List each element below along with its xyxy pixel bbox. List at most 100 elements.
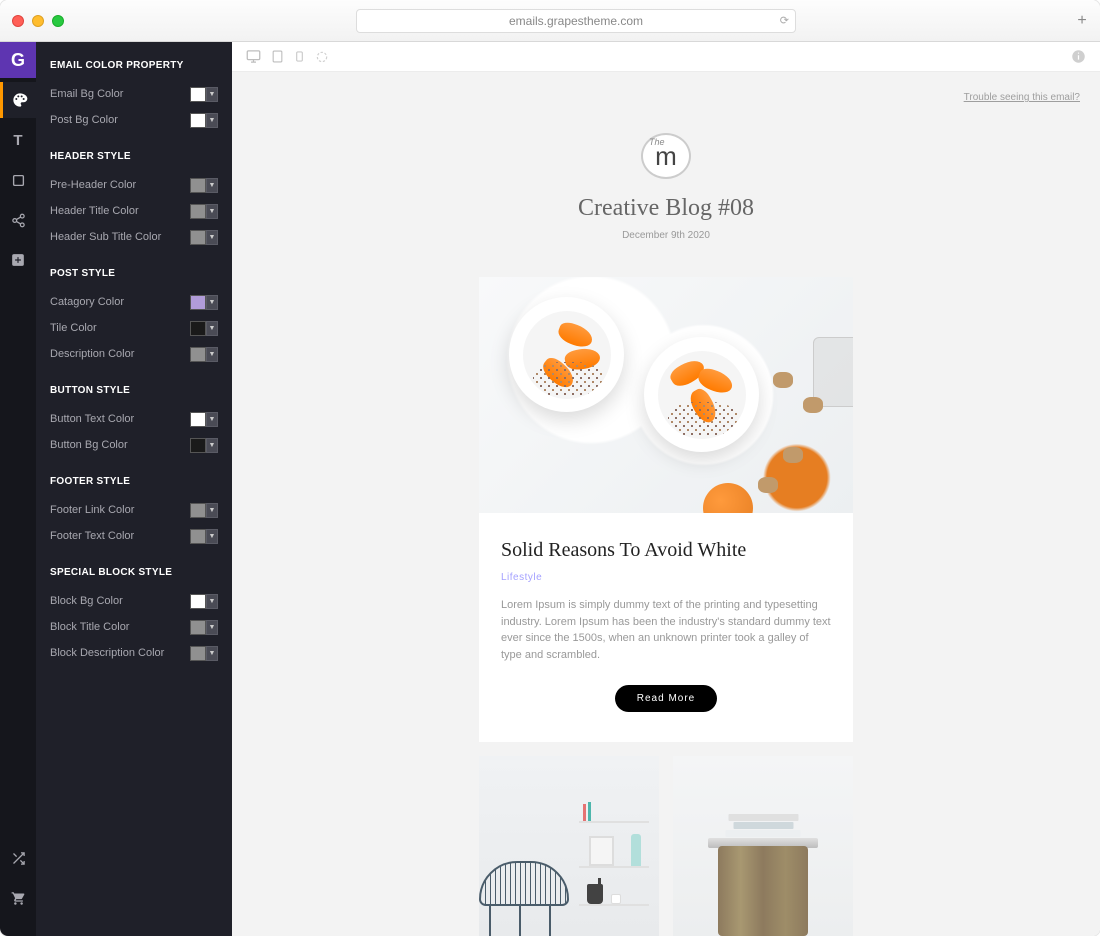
property-label: Block Title Color [50, 621, 129, 633]
browser-chrome: emails.grapestheme.com ⟳ + [0, 0, 1100, 42]
post-category: Lifestyle [501, 572, 831, 583]
blog-logo: The m [641, 133, 691, 179]
property-row: Header Sub Title Color ▼ [50, 224, 218, 250]
post-description: Lorem Ipsum is simply dummy text of the … [501, 597, 831, 663]
refresh-icon[interactable] [315, 50, 329, 64]
property-label: Header Title Color [50, 205, 139, 217]
property-row: Block Description Color▼ [50, 640, 218, 666]
color-picker[interactable]: ▼ [190, 321, 218, 336]
rail-shuffle[interactable] [0, 840, 36, 876]
square-icon [12, 174, 25, 187]
desktop-icon[interactable] [246, 49, 261, 64]
property-label: Post Bg Color [50, 114, 118, 126]
color-picker[interactable]: ▼ [190, 620, 218, 635]
color-swatch [190, 412, 206, 427]
share-icon [11, 213, 26, 228]
color-picker[interactable]: ▼ [190, 230, 218, 245]
property-row: Block Title Color ▼ [50, 614, 218, 640]
property-label: Button Bg Color [50, 439, 128, 451]
color-picker[interactable]: ▼ [190, 594, 218, 609]
property-row: Footer Link Color ▼ [50, 497, 218, 523]
property-row: Post Bg Color ▼ [50, 107, 218, 133]
property-label: Block Bg Color [50, 595, 123, 607]
chevron-down-icon: ▼ [206, 503, 218, 518]
color-picker[interactable]: ▼ [190, 646, 218, 661]
color-swatch [190, 594, 206, 609]
property-row: Email Bg Color ▼ [50, 81, 218, 107]
app: G T [0, 42, 1100, 936]
app-logo[interactable]: G [0, 42, 36, 78]
color-picker[interactable]: ▼ [190, 347, 218, 362]
chevron-down-icon: ▼ [206, 347, 218, 362]
color-swatch [190, 503, 206, 518]
chevron-down-icon: ▼ [206, 178, 218, 193]
section-title: BUTTON STYLE [50, 385, 218, 396]
property-row: Footer Text Color ▼ [50, 523, 218, 549]
reload-icon[interactable]: ⟳ [780, 14, 789, 27]
chevron-down-icon: ▼ [206, 230, 218, 245]
maximize-window-button[interactable] [52, 15, 64, 27]
section-title: EMAIL COLOR PROPERTY [50, 60, 218, 71]
blog-title: Creative Blog #08 [578, 195, 754, 222]
canvas-body: Trouble seeing this email? The m Creativ… [232, 72, 1100, 936]
post-card: Solid Reasons To Avoid White Lifestyle L… [479, 277, 853, 742]
left-rail: G T [0, 42, 36, 936]
color-picker[interactable]: ▼ [190, 204, 218, 219]
trouble-link[interactable]: Trouble seeing this email? [964, 92, 1080, 103]
thumb-stump [673, 756, 853, 936]
close-window-button[interactable] [12, 15, 24, 27]
read-more-button[interactable]: Read More [615, 685, 717, 712]
new-tab-button[interactable]: + [1072, 11, 1092, 31]
color-picker[interactable]: ▼ [190, 87, 218, 102]
color-picker[interactable]: ▼ [190, 503, 218, 518]
rail-blocks[interactable] [0, 242, 36, 278]
property-row: Catagory Color▼ [50, 289, 218, 315]
blog-date: December 9th 2020 [622, 230, 710, 241]
color-swatch [190, 347, 206, 362]
canvas-toolbar [232, 42, 1100, 72]
color-picker[interactable]: ▼ [190, 412, 218, 427]
color-picker[interactable]: ▼ [190, 178, 218, 193]
sidebar: EMAIL COLOR PROPERTYEmail Bg Color▼Post … [36, 42, 232, 936]
property-label: Description Color [50, 348, 134, 360]
browser-window: emails.grapestheme.com ⟳ + G T [0, 0, 1100, 936]
property-label: Footer Text Color [50, 530, 134, 542]
color-picker[interactable]: ▼ [190, 529, 218, 544]
color-swatch [190, 529, 206, 544]
mobile-icon[interactable] [294, 49, 305, 64]
color-swatch [190, 230, 206, 245]
cart-icon [11, 891, 26, 906]
property-label: Header Sub Title Color [50, 231, 161, 243]
plus-square-icon [11, 253, 25, 267]
property-row: Button Text Color▼ [50, 406, 218, 432]
section-title: FOOTER STYLE [50, 476, 218, 487]
property-label: Email Bg Color [50, 88, 123, 100]
chevron-down-icon: ▼ [206, 295, 218, 310]
property-row: Block Bg Color ▼ [50, 588, 218, 614]
color-picker[interactable]: ▼ [190, 113, 218, 128]
chevron-down-icon: ▼ [206, 204, 218, 219]
color-picker[interactable]: ▼ [190, 438, 218, 453]
rail-colors[interactable] [0, 82, 36, 118]
property-row: Description Color ▼ [50, 341, 218, 367]
color-swatch [190, 204, 206, 219]
url-bar[interactable]: emails.grapestheme.com ⟳ [356, 9, 796, 33]
section-title: HEADER STYLE [50, 151, 218, 162]
color-picker[interactable]: ▼ [190, 295, 218, 310]
rail-cart[interactable] [0, 880, 36, 916]
chevron-down-icon: ▼ [206, 87, 218, 102]
minimize-window-button[interactable] [32, 15, 44, 27]
canvas: Trouble seeing this email? The m Creativ… [232, 42, 1100, 936]
rail-share[interactable] [0, 202, 36, 238]
section-title: POST STYLE [50, 268, 218, 279]
palette-icon [12, 92, 28, 108]
rail-typography[interactable]: T [0, 122, 36, 158]
post-hero-image [479, 277, 853, 513]
info-icon[interactable] [1071, 49, 1086, 64]
property-row: Tile Color▼ [50, 315, 218, 341]
tablet-icon[interactable] [271, 49, 284, 64]
rail-layout[interactable] [0, 162, 36, 198]
shuffle-icon [11, 851, 26, 866]
chevron-down-icon: ▼ [206, 646, 218, 661]
property-label: Footer Link Color [50, 504, 134, 516]
